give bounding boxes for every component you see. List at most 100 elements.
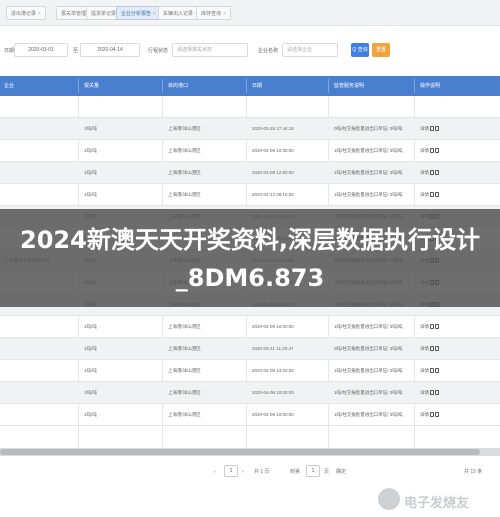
table-row[interactable]: 1吨/吨 上海港/洋山港区 2020-04-09 16:00:00 1吨/柱交报… (0, 316, 500, 338)
col-port[interactable]: 目的港口 (168, 76, 188, 96)
edit-icon[interactable] (430, 412, 434, 418)
detail-link[interactable]: 详情 (420, 390, 429, 395)
delete-icon[interactable] (435, 368, 439, 374)
date-end-input[interactable]: 2020-04-14 (80, 43, 140, 57)
cell-port: 上海港/洋山港区 (168, 170, 201, 175)
cell-ops[interactable]: 详情 (420, 338, 439, 360)
table-row[interactable]: 1吨/吨 上海港/洋山港区 2020-03-21 11:20:47 0吨/柱交报… (0, 338, 500, 360)
cell-port: 上海港/洋山港区 (168, 126, 201, 131)
col-qty[interactable]: 报关量 (84, 76, 99, 96)
goto-confirm-button[interactable]: 确定 (336, 466, 346, 478)
edit-icon[interactable] (430, 368, 434, 374)
edit-icon[interactable] (430, 324, 434, 330)
cell-qty: 1吨/吨 (84, 170, 97, 175)
cell-ops[interactable]: 详情 (420, 118, 439, 140)
tab-3[interactable]: 企业分析报告 × (116, 6, 161, 20)
delete-icon[interactable] (435, 170, 439, 176)
delete-icon[interactable] (435, 346, 439, 352)
date-label: 日期 (4, 48, 15, 54)
detail-link[interactable]: 详情 (420, 324, 429, 329)
record-count: 共 15 条 (464, 469, 483, 475)
company-select[interactable]: 请选择企业 (282, 43, 338, 57)
close-icon[interactable]: × (38, 11, 41, 17)
detail-link[interactable]: 详情 (420, 126, 429, 131)
detail-link[interactable]: 详情 (420, 346, 429, 351)
cell-ops[interactable]: 详情 (420, 140, 439, 162)
close-icon[interactable]: × (223, 11, 226, 17)
cell-ops[interactable]: 详情 (420, 382, 439, 404)
next-page-button[interactable]: › (242, 466, 244, 478)
table-row[interactable]: 1吨/吨 上海港/洋山港区 2020-04-09 10:00:00 1吨/柱交报… (0, 404, 500, 426)
delete-icon[interactable] (435, 126, 439, 132)
cell-qty: 1吨/吨 (84, 346, 97, 351)
table-header: 企业 报关量 目的港口 日期 监管服务说明 操作说明 (0, 76, 500, 96)
detail-link[interactable]: 详情 (420, 412, 429, 417)
edit-icon[interactable] (430, 126, 434, 132)
col-desc[interactable]: 监管服务说明 (334, 76, 364, 96)
delete-icon[interactable] (435, 412, 439, 418)
col-divider (246, 79, 247, 93)
table-row[interactable]: 1吨/吨 上海港/洋山港区 2020-04-09 14:00:00 1吨/柱交报… (0, 360, 500, 382)
cell-desc: 1吨/柱交报批量进出口单证/ 3吨/吨 (334, 368, 403, 373)
detail-link[interactable]: 详情 (420, 148, 429, 153)
date-start-input[interactable]: 2020-03-01 (14, 43, 68, 57)
detail-link[interactable]: 详情 (420, 368, 429, 373)
page-number[interactable]: 1 (224, 465, 238, 477)
edit-icon[interactable] (430, 170, 434, 176)
cell-ops[interactable]: 详情 (420, 316, 439, 338)
table-row[interactable]: 1吨/吨 上海港/洋山港区 2020-04-13 09:10:00 1吨/柱交报… (0, 184, 500, 206)
tab-0[interactable]: 进出港记录 × (6, 6, 46, 20)
edit-icon[interactable] (430, 148, 434, 154)
table-row[interactable]: 1吨/吨 上海港/洋山港区 2020-04-09 10:30:00 1吨/柱交报… (0, 140, 500, 162)
col-company[interactable]: 企业 (4, 76, 14, 96)
cell-ops[interactable]: 详情 (420, 360, 439, 382)
cell-ops[interactable]: 详情 (420, 162, 439, 184)
cell-date: 2020-03-21 11:20:47 (252, 346, 294, 351)
table-row[interactable]: 1吨/吨 上海港/洋山港区 2020-04-08 12:50:00 1吨/柱交报… (0, 162, 500, 184)
detail-link[interactable]: 详情 (420, 170, 429, 175)
date-to-label: 至 (73, 48, 79, 54)
cell-qty: 1吨/吨 (84, 192, 97, 197)
cell-ops[interactable]: 详情 (420, 184, 439, 206)
cell-port: 上海港/洋山港区 (168, 412, 201, 417)
tab-5[interactable]: 库存查询 × (196, 6, 231, 20)
delete-icon[interactable] (435, 148, 439, 154)
cell-ops[interactable]: 详情 (420, 404, 439, 426)
delete-icon[interactable] (435, 324, 439, 330)
cell-date: 2020-04-08 10:00:00 (252, 390, 294, 395)
horizontal-scrollbar[interactable] (0, 448, 500, 456)
tab-1-label: 报关单管理 (61, 11, 87, 17)
cell-port: 上海港/洋山港区 (168, 368, 201, 373)
status-select[interactable]: 请选择报关状态 (172, 43, 248, 57)
col-date[interactable]: 日期 (252, 76, 262, 96)
delete-icon[interactable] (435, 390, 439, 396)
scrollbar-thumb[interactable] (0, 449, 480, 455)
cell-date: 2020-04-09 10:00:00 (252, 412, 294, 417)
cell-port: 上海港/洋山港区 (168, 192, 201, 197)
table-row[interactable] (0, 96, 500, 118)
col-divider (328, 79, 329, 93)
col-divider (162, 79, 163, 93)
query-button[interactable]: Q 查询 (351, 43, 369, 57)
detail-link[interactable]: 详情 (420, 192, 429, 197)
col-ops[interactable]: 操作说明 (420, 76, 440, 96)
edit-icon[interactable] (430, 192, 434, 198)
close-icon[interactable]: × (153, 11, 156, 17)
table-row[interactable]: 1吨/吨 上海港/洋山港区 2020-04-08 10:00:00 1吨/柱交报… (0, 382, 500, 404)
filter-bar: 日期 2020-03-01 至 2020-04-14 行程状态 请选择报关状态 … (0, 26, 500, 76)
cell-date: 2020-03-25 17:44:18 (252, 126, 294, 131)
cell-qty: 1吨/吨 (84, 324, 97, 329)
cell-qty: 1吨/吨 (84, 390, 97, 395)
edit-icon[interactable] (430, 346, 434, 352)
cell-company (4, 118, 76, 140)
delete-icon[interactable] (435, 192, 439, 198)
edit-icon[interactable] (430, 390, 434, 396)
page-unit: 页 (324, 469, 330, 475)
table-row[interactable]: 1吨/吨 上海港/洋山港区 2020-03-25 17:44:18 0吨/柱交报… (0, 118, 500, 140)
cell-desc: 0吨/柱交报批量进出口单证/ 3吨/吨 (334, 126, 403, 131)
reset-button[interactable]: 重置 (372, 43, 390, 57)
cell-port: 上海港/洋山港区 (168, 390, 201, 395)
prev-page-button[interactable]: ‹ (214, 466, 216, 478)
goto-page-input[interactable]: 1 (306, 465, 320, 477)
tab-bar: 进出港记录× 报关单管理 × 提货单记录 × 企业分析报告× 车辆出入记录 × 库存查… (0, 0, 500, 26)
